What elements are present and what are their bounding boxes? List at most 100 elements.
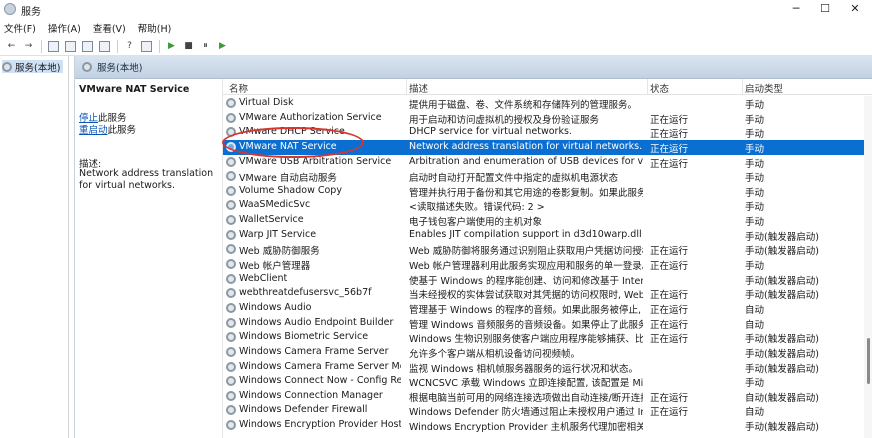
tree-item-label: 服务(本地)	[15, 62, 61, 74]
service-name: WalletService	[239, 214, 304, 226]
service-row[interactable]: Windows Camera Frame Server Monitor 监视 Wi…	[223, 360, 872, 375]
service-row[interactable]: Windows Encryption Provider Host Ser... W…	[223, 418, 872, 433]
service-row[interactable]: Windows Biometric Service Windows 生物识别服务使…	[223, 330, 872, 345]
service-gear-icon	[226, 361, 236, 372]
service-row[interactable]: VMware Authorization Service 用于启动和访问虚拟机的授…	[223, 111, 872, 126]
service-row[interactable]: Warp JIT Service Enables JIT compilation …	[223, 228, 872, 243]
menu-help[interactable]: 帮助(H)	[138, 21, 172, 35]
export-list-icon[interactable]	[98, 40, 111, 53]
column-header-status[interactable]: 状态	[650, 81, 669, 95]
service-name: Windows Defender Firewall	[239, 404, 368, 416]
service-row[interactable]: Virtual Disk 提供用于磁盘、卷、文件系统和存储阵列的管理服务。 手动	[223, 96, 872, 111]
service-name: VMware 自动启动服务	[239, 173, 337, 185]
service-gear-icon	[226, 332, 236, 343]
service-description: 用于启动和访问虚拟机的授权及身份验证服务	[409, 114, 600, 126]
snap-in-icon[interactable]	[140, 40, 153, 53]
help-icon[interactable]: ?	[123, 40, 136, 53]
service-gear-icon	[226, 317, 236, 328]
service-name: webthreatdefusersvc_56b7f	[239, 287, 372, 299]
scrollbar-thumb[interactable]	[867, 338, 870, 384]
service-row[interactable]: Web 威胁防御服务 Web 威胁防御将服务通过识别阻止获取用户凭据访问授权...…	[223, 242, 872, 257]
column-divider[interactable]	[742, 79, 743, 95]
service-startup-type: 手动(触发器启动)	[745, 348, 819, 360]
service-detail-panel: VMware NAT Service 停止此服务 重启动此服务 描述: Netw…	[75, 79, 221, 438]
service-startup-type: 自动	[745, 407, 765, 419]
service-row[interactable]: Windows Defender Firewall Windows Defende…	[223, 403, 872, 418]
gear-icon	[82, 62, 92, 72]
pause-service-icon[interactable]: ⏸	[199, 40, 212, 53]
main-pane: 服务(本地) VMware NAT Service 停止此服务 重启动此服务 描…	[74, 56, 872, 438]
service-name: Windows Camera Frame Server	[239, 345, 389, 357]
service-row[interactable]: WebClient 使基于 Windows 的程序能创建、访问和修改基于 Inte…	[223, 272, 872, 287]
service-status: 正在运行	[650, 158, 689, 170]
service-rows: Virtual Disk 提供用于磁盘、卷、文件系统和存储阵列的管理服务。 手动 VM…	[223, 96, 872, 433]
service-row[interactable]: Windows Connect Now - Config Regist... WC…	[223, 374, 872, 389]
forward-icon[interactable]: →	[22, 40, 35, 53]
service-startup-type: 自动	[745, 304, 765, 316]
console-tree-icon[interactable]	[47, 40, 60, 53]
service-row[interactable]: Windows Audio Endpoint Builder 管理 Windows…	[223, 316, 872, 331]
service-gear-icon	[226, 229, 236, 240]
service-row[interactable]: VMware NAT Service Network address transl…	[223, 139, 872, 155]
service-row[interactable]: WalletService 电子钱包客户端使用的主机对象 手动	[223, 213, 872, 228]
service-status: 正在运行	[650, 392, 689, 404]
service-row[interactable]: VMware DHCP Service DHCP service for virt…	[223, 125, 872, 140]
service-gear-icon	[226, 185, 236, 196]
column-header-name[interactable]: 名称	[229, 81, 248, 95]
service-row[interactable]: webthreatdefusersvc_56b7f 当未经授权的实体尝试获取对其凭…	[223, 286, 872, 301]
service-row[interactable]: Volume Shadow Copy 管理并执行用于备份和其它用途的卷影复制。如果…	[223, 184, 872, 199]
service-gear-icon	[226, 112, 236, 123]
column-header-description[interactable]: 描述	[409, 81, 428, 95]
close-button[interactable]: ✕	[841, 1, 869, 17]
service-name: Windows Connection Manager	[239, 389, 383, 401]
column-divider[interactable]	[406, 79, 407, 95]
column-divider[interactable]	[647, 79, 648, 95]
service-status: 正在运行	[650, 304, 689, 316]
service-description: DHCP service for virtual networks.	[409, 126, 572, 138]
stop-service-icon[interactable]: ■	[182, 40, 195, 53]
service-gear-icon	[226, 156, 236, 167]
service-name: Warp JIT Service	[239, 228, 317, 240]
service-startup-type: 手动(触发器启动)	[745, 246, 819, 258]
tree-item-services-local[interactable]: 服务(本地)	[2, 60, 64, 74]
service-description: Network address translation for virtual …	[409, 140, 643, 152]
service-row[interactable]: Windows Connection Manager 根据电脑当前可用的网络连接选…	[223, 389, 872, 404]
service-gear-icon	[226, 390, 236, 401]
maximize-button[interactable]: ☐	[811, 1, 839, 17]
menu-view[interactable]: 查看(V)	[93, 21, 126, 35]
restart-service-link[interactable]: 重启动	[79, 125, 108, 136]
back-icon[interactable]: ←	[5, 40, 18, 53]
service-row[interactable]: VMware USB Arbitration Service Arbitratio…	[223, 155, 872, 170]
service-description: WCNCSVC 承载 Windows 立即连接配置, 该配置是 Micro...	[409, 378, 643, 390]
menu-file[interactable]: 文件(F)	[4, 21, 36, 35]
service-row[interactable]: Windows Audio 管理基于 Windows 的程序的音频。如果此服务被停…	[223, 301, 872, 316]
service-gear-icon	[226, 215, 236, 226]
service-gear-icon	[226, 244, 236, 255]
service-row[interactable]: WaaSMedicSvc <读取描述失败。错误代码: 2 > 手动	[223, 198, 872, 213]
service-description: Web 帐户管理器利用此服务实现应用和服务的单一登录。	[409, 261, 643, 273]
menu-action[interactable]: 操作(A)	[48, 21, 81, 35]
service-gear-icon	[226, 288, 236, 299]
column-header-startup-type[interactable]: 启动类型	[745, 81, 783, 95]
service-startup-type: 手动(触发器启动)	[745, 334, 819, 346]
service-row[interactable]: Windows Camera Frame Server 允许多个客户端从相机设备访…	[223, 345, 872, 360]
service-description: 根据电脑当前可用的网络连接选项做出自动连接/断开连接...	[409, 392, 643, 404]
minimize-button[interactable]: ─	[782, 1, 810, 17]
title-bar: 服务 ─ ☐ ✕	[0, 0, 872, 19]
restart-service-icon[interactable]: ▶	[216, 40, 229, 53]
service-description: 管理并执行用于备份和其它用途的卷影复制。如果此服务被...	[409, 187, 643, 199]
service-startup-type: 手动(触发器启动)	[745, 363, 819, 375]
service-name: Web 威胁防御服务	[239, 246, 320, 258]
sort-ascending-icon: ⌃	[311, 79, 318, 85]
properties-icon[interactable]	[64, 40, 77, 53]
toolbar: ← → ? ▶ ■ ⏸ ▶	[0, 37, 872, 56]
service-gear-icon	[226, 302, 236, 313]
service-startup-type: 手动	[745, 261, 765, 273]
service-name: Windows Camera Frame Server Monitor	[239, 360, 401, 372]
vertical-scrollbar[interactable]	[864, 96, 872, 438]
start-service-icon[interactable]: ▶	[165, 40, 178, 53]
service-row[interactable]: Web 帐户管理器 Web 帐户管理器利用此服务实现应用和服务的单一登录。 正在运行…	[223, 257, 872, 272]
refresh-icon[interactable]	[81, 40, 94, 53]
service-description: 启动时自动打开配置文件中指定的虚拟机电源状态	[409, 173, 619, 185]
service-row[interactable]: VMware 自动启动服务 启动时自动打开配置文件中指定的虚拟机电源状态 手动	[223, 169, 872, 184]
